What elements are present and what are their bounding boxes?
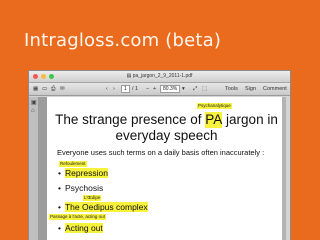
title-highlight-pa[interactable]: PA	[205, 112, 223, 128]
bullet-oedipus: • The Oedipus complex	[58, 202, 148, 212]
title-text-after: jargon in	[226, 112, 278, 127]
open-icon[interactable]: ▦	[33, 85, 38, 93]
nav-forward-button[interactable]: ›	[113, 85, 115, 93]
bullet-repression-text[interactable]: Repression	[64, 168, 108, 178]
zoom-dropdown-icon[interactable]: ▾	[182, 85, 185, 93]
document-title-line2: everyday speech	[115, 128, 218, 143]
document-title-line1: The strange presence of PA jargon in	[47, 112, 286, 128]
page-total: / 1	[132, 86, 139, 92]
annotation-oedipus[interactable]: L'Œdipe	[83, 195, 102, 201]
bullet-oedipus-text[interactable]: The Oedipus complex	[64, 202, 148, 212]
title-text-before: The strange presence of	[55, 112, 202, 127]
zoom-out-button[interactable]: −	[146, 85, 149, 93]
zoom-in-button[interactable]: +	[153, 85, 156, 93]
bullet-acting-out: • Acting out	[58, 223, 103, 233]
toolbar: ▦ ▭ ⎙ ✉ ‹ › 1 / 1 − + 80.3% ▾ ⤢ ⬚ Tools …	[29, 83, 290, 96]
print-icon[interactable]: ⎙	[51, 85, 55, 93]
zoom-level-select[interactable]: 80.3%	[160, 85, 180, 93]
bullet-repression: • Repression	[58, 168, 108, 178]
bullet-psychosis-text: Psychosis	[64, 183, 104, 193]
annotation-repression[interactable]: Refoulement	[59, 161, 87, 167]
annotation-acting-out[interactable]: Passage à l'acte, acting out	[49, 214, 106, 220]
pdf-file-icon: ▤	[126, 73, 132, 79]
nav-back-button[interactable]: ‹	[106, 85, 108, 93]
page-number-input[interactable]: 1	[121, 85, 130, 93]
sidebar: ▣ ⌂	[29, 97, 39, 240]
slide-title: Intragloss.com (beta)	[24, 30, 222, 51]
pdf-page: Psychanalytique The strange presence of …	[47, 97, 286, 240]
comment-button[interactable]: Comment	[263, 85, 287, 93]
bullet-acting-out-text[interactable]: Acting out	[64, 223, 103, 233]
intro-text: Everyone uses such terms on a daily basi…	[57, 148, 265, 157]
page-gutter	[39, 97, 47, 240]
window-titlebar: ▤ pa_jargon_2_9_2011-1.pdf	[29, 71, 290, 83]
tools-button[interactable]: Tools	[225, 85, 238, 93]
window-filename: pa_jargon_2_9_2011-1.pdf	[132, 73, 193, 79]
pdf-viewer-window: ▤ pa_jargon_2_9_2011-1.pdf ▦ ▭ ⎙ ✉ ‹ › 1…	[28, 70, 291, 240]
pages-panel-icon[interactable]: ▣	[31, 99, 37, 106]
sign-button[interactable]: Sign	[245, 85, 256, 93]
annotation-psychoanalytic[interactable]: Psychanalytique	[197, 103, 232, 109]
bullet-psychosis: • Psychosis	[58, 183, 104, 193]
save-icon[interactable]: ▭	[42, 85, 47, 93]
attachments-icon[interactable]: ⌂	[31, 108, 35, 114]
expand-icon[interactable]: ⬚	[202, 85, 207, 93]
email-icon[interactable]: ✉	[60, 85, 65, 93]
scrollbar[interactable]	[282, 97, 286, 240]
fit-page-icon[interactable]: ⤢	[193, 85, 197, 93]
